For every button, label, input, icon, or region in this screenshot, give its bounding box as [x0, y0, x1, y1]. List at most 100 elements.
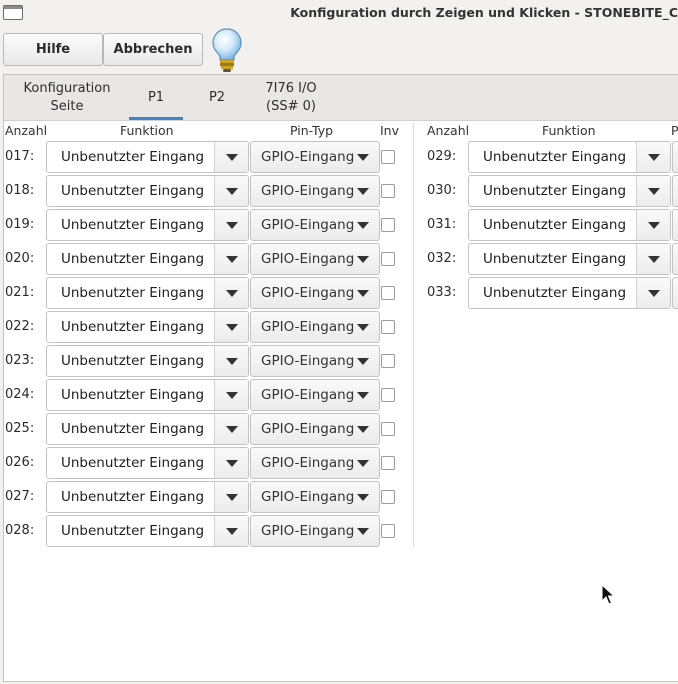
function-combo[interactable]: Unbenutzter Eingang — [46, 141, 249, 173]
dropdown-button[interactable] — [636, 142, 670, 172]
window-icon[interactable] — [3, 5, 23, 20]
invert-checkbox[interactable] — [381, 524, 395, 538]
function-value: Unbenutzter Eingang — [483, 149, 627, 165]
invert-checkbox[interactable] — [381, 354, 395, 368]
chevron-down-icon — [647, 256, 660, 263]
tab-7i76-io[interactable]: 7I76 I/O (SS# 0) — [249, 75, 333, 120]
dropdown-button[interactable] — [636, 176, 670, 206]
pintype-select[interactable] — [672, 209, 678, 241]
dropdown-button[interactable] — [636, 244, 670, 274]
chevron-down-icon — [225, 426, 238, 433]
pintype-value: GPIO-Eingang — [261, 217, 355, 233]
row-number: 028: — [5, 523, 35, 538]
pintype-select[interactable]: GPIO-Eingang — [250, 515, 380, 547]
pintype-select[interactable] — [672, 175, 678, 207]
pintype-select[interactable]: GPIO-Eingang — [250, 175, 380, 207]
function-combo[interactable]: Unbenutzter Eingang — [46, 447, 249, 479]
invert-checkbox[interactable] — [381, 490, 395, 504]
chevron-down-icon — [357, 324, 369, 331]
dropdown-button[interactable] — [214, 346, 248, 376]
pintype-select[interactable]: GPIO-Eingang — [250, 209, 380, 241]
function-combo[interactable]: Unbenutzter Eingang — [46, 277, 249, 309]
function-combo[interactable]: Unbenutzter Eingang — [46, 345, 249, 377]
function-combo[interactable]: Unbenutzter Eingang — [468, 175, 671, 207]
invert-checkbox[interactable] — [381, 422, 395, 436]
function-value: Unbenutzter Eingang — [61, 353, 205, 369]
header-pintype-right: P — [671, 123, 678, 138]
function-combo[interactable]: Unbenutzter Eingang — [468, 209, 671, 241]
function-combo[interactable]: Unbenutzter Eingang — [468, 243, 671, 275]
chevron-down-icon — [357, 392, 369, 399]
pintype-select[interactable] — [672, 141, 678, 173]
function-value: Unbenutzter Eingang — [61, 455, 205, 471]
pintype-value: GPIO-Eingang — [261, 455, 355, 471]
chevron-down-icon — [225, 358, 238, 365]
tab-p2[interactable]: P2 — [192, 75, 242, 120]
title-bar: Konfiguration durch Zeigen und Klicken -… — [0, 0, 678, 26]
dropdown-button[interactable] — [214, 244, 248, 274]
function-combo[interactable]: Unbenutzter Eingang — [46, 243, 249, 275]
pintype-value: GPIO-Eingang — [261, 523, 355, 539]
pintype-select[interactable]: GPIO-Eingang — [250, 311, 380, 343]
function-combo[interactable]: Unbenutzter Eingang — [46, 379, 249, 411]
lightbulb-icon[interactable] — [211, 27, 243, 73]
cancel-button[interactable]: Abbrechen — [103, 33, 203, 66]
dropdown-button[interactable] — [636, 278, 670, 308]
chevron-down-icon — [225, 324, 238, 331]
function-combo[interactable]: Unbenutzter Eingang — [46, 175, 249, 207]
pintype-select[interactable]: GPIO-Eingang — [250, 413, 380, 445]
chevron-down-icon — [225, 494, 238, 501]
pintype-select[interactable]: GPIO-Eingang — [250, 379, 380, 411]
column-divider — [413, 122, 414, 546]
invert-checkbox[interactable] — [381, 388, 395, 402]
pintype-select[interactable] — [672, 277, 678, 309]
pintype-select[interactable]: GPIO-Eingang — [250, 277, 380, 309]
pintype-value: GPIO-Eingang — [261, 387, 355, 403]
invert-checkbox[interactable] — [381, 252, 395, 266]
pintype-value: GPIO-Eingang — [261, 285, 355, 301]
dropdown-button[interactable] — [214, 142, 248, 172]
pintype-select[interactable]: GPIO-Eingang — [250, 141, 380, 173]
chevron-down-icon — [225, 460, 238, 467]
pintype-value: GPIO-Eingang — [261, 353, 355, 369]
function-combo[interactable]: Unbenutzter Eingang — [46, 413, 249, 445]
invert-checkbox[interactable] — [381, 320, 395, 334]
pintype-value: GPIO-Eingang — [261, 149, 355, 165]
function-combo[interactable]: Unbenutzter Eingang — [468, 141, 671, 173]
pintype-select[interactable]: GPIO-Eingang — [250, 243, 380, 275]
function-combo[interactable]: Unbenutzter Eingang — [468, 277, 671, 309]
dropdown-button[interactable] — [214, 312, 248, 342]
pintype-select[interactable]: GPIO-Eingang — [250, 345, 380, 377]
pintype-value: GPIO-Eingang — [261, 319, 355, 335]
invert-checkbox[interactable] — [381, 456, 395, 470]
tab-p1[interactable]: P1 — [129, 75, 183, 120]
pintype-select[interactable]: GPIO-Eingang — [250, 447, 380, 479]
dropdown-button[interactable] — [214, 176, 248, 206]
row-number: 029: — [427, 149, 457, 164]
invert-checkbox[interactable] — [381, 218, 395, 232]
function-combo[interactable]: Unbenutzter Eingang — [46, 481, 249, 513]
function-combo[interactable]: Unbenutzter Eingang — [46, 515, 249, 547]
pintype-select[interactable]: GPIO-Eingang — [250, 481, 380, 513]
dropdown-button[interactable] — [214, 278, 248, 308]
row-number: 017: — [5, 149, 35, 164]
pintype-select[interactable] — [672, 243, 678, 275]
chevron-down-icon — [225, 290, 238, 297]
row-number: 025: — [5, 421, 35, 436]
help-button[interactable]: Hilfe — [3, 33, 103, 66]
tab-konfiguration-seite[interactable]: Konfiguration Seite — [12, 75, 122, 120]
row-number: 030: — [427, 183, 457, 198]
invert-checkbox[interactable] — [381, 286, 395, 300]
dropdown-button[interactable] — [636, 210, 670, 240]
invert-checkbox[interactable] — [381, 184, 395, 198]
dropdown-button[interactable] — [214, 380, 248, 410]
dropdown-button[interactable] — [214, 210, 248, 240]
header-count-right: Anzahl — [427, 123, 470, 138]
function-combo[interactable]: Unbenutzter Eingang — [46, 209, 249, 241]
dropdown-button[interactable] — [214, 448, 248, 478]
dropdown-button[interactable] — [214, 482, 248, 512]
invert-checkbox[interactable] — [381, 150, 395, 164]
dropdown-button[interactable] — [214, 414, 248, 444]
dropdown-button[interactable] — [214, 516, 248, 546]
function-combo[interactable]: Unbenutzter Eingang — [46, 311, 249, 343]
